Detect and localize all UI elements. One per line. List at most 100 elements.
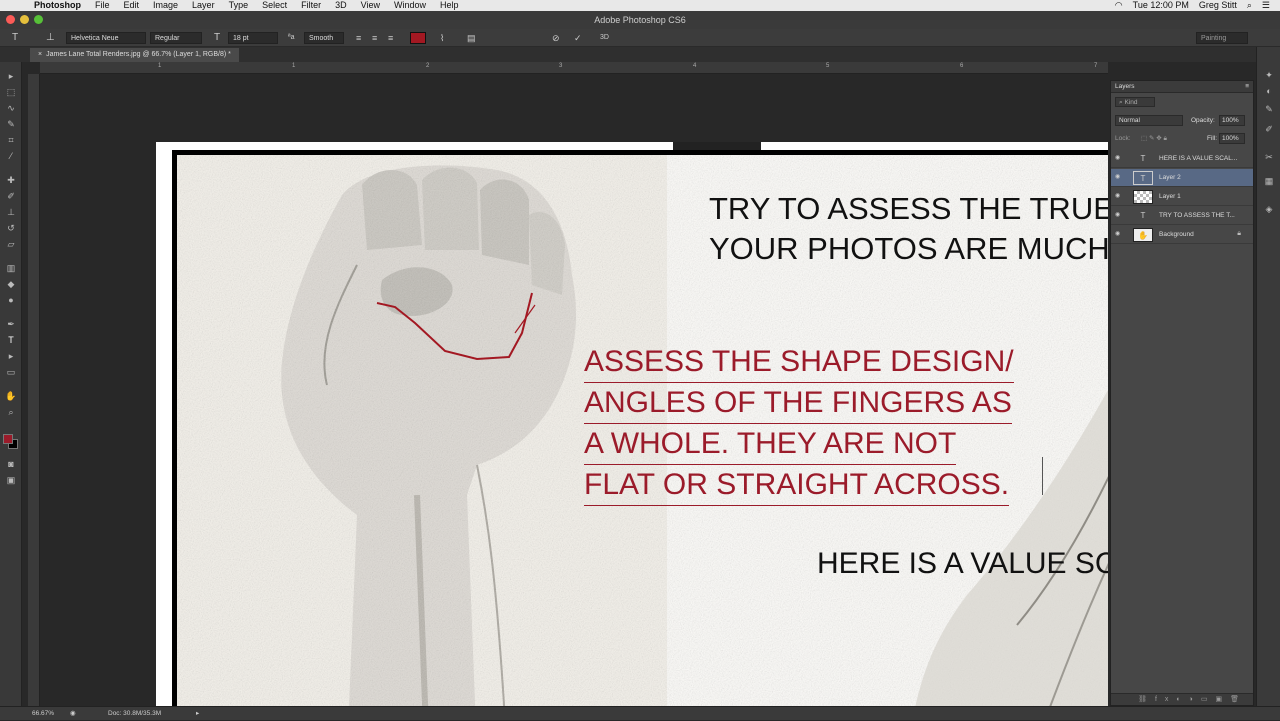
hand-tool-icon[interactable]: ✋	[4, 390, 18, 403]
screen-mode-icon[interactable]: ▣	[4, 474, 18, 487]
type-tool-icon-active[interactable]: T	[4, 334, 18, 347]
lock-icons[interactable]: ⬚ ✎ ✥ 🔒︎	[1141, 134, 1167, 143]
opacity-field[interactable]: 100%	[1219, 115, 1245, 126]
wifi-icon[interactable]: ◠	[1115, 0, 1123, 11]
clock[interactable]: Tue 12:00 PM	[1133, 0, 1189, 11]
text-insertion-cursor	[1042, 457, 1043, 495]
tool-presets-icon[interactable]: ✂	[1262, 151, 1276, 164]
vertical-ruler[interactable]	[28, 74, 40, 706]
layer-filter-select[interactable]: ⌕ Kind	[1115, 97, 1155, 107]
commit-edit-icon[interactable]: ✓	[574, 32, 582, 44]
canvas-text-try[interactable]: TRY TO ASSESS THE TRUE YOUR PHOTOS ARE M…	[709, 189, 1108, 269]
clone-stamp-tool-icon[interactable]: ⊥	[4, 206, 18, 219]
align-center-icon[interactable]: ≡	[372, 32, 377, 44]
ruler-tick: 2	[426, 63, 430, 69]
notification-center-icon[interactable]: ☰	[1262, 0, 1270, 11]
brush-presets-icon[interactable]: ✐	[1262, 123, 1276, 136]
history-panel-icon[interactable]: ✦	[1262, 69, 1276, 82]
lasso-tool-icon[interactable]: ∿	[4, 102, 18, 115]
menu-view[interactable]: View	[361, 0, 380, 11]
menu-image[interactable]: Image	[153, 0, 178, 11]
marquee-tool-icon[interactable]: ⬚	[4, 86, 18, 99]
font-family-select[interactable]: Helvetica Neue	[66, 32, 146, 44]
history-brush-tool-icon[interactable]: ↺	[4, 222, 18, 235]
adjustments-panel-icon[interactable]: ▦	[1262, 175, 1276, 188]
quick-mask-icon[interactable]: ◙	[4, 458, 18, 471]
color-panel-icon[interactable]: ◐	[1262, 85, 1276, 98]
3d-text-icon[interactable]: 3D	[600, 32, 609, 44]
layer-row[interactable]: ◉ T TRY TO ASSESS THE T...	[1111, 207, 1253, 225]
zoom-window-button[interactable]	[34, 15, 43, 24]
user-name[interactable]: Greg Stitt	[1199, 0, 1237, 11]
align-right-icon[interactable]: ≡	[388, 32, 393, 44]
zoom-level[interactable]: 66.67%	[32, 707, 54, 721]
layer-row[interactable]: ◉ Layer 1	[1111, 188, 1253, 206]
gradient-tool-icon[interactable]: ▥	[4, 262, 18, 275]
blend-mode-select[interactable]: Normal	[1115, 115, 1183, 126]
dodge-tool-icon[interactable]: ●	[4, 294, 18, 307]
document-workspace[interactable]: TRY TO ASSESS THE TRUE YOUR PHOTOS ARE M…	[40, 74, 1108, 706]
text-color-swatch[interactable]	[410, 32, 426, 44]
document-tab-close-icon[interactable]: ×	[38, 51, 42, 58]
eraser-tool-icon[interactable]: ▱	[4, 238, 18, 251]
workspace-select[interactable]: Painting	[1196, 32, 1248, 44]
menu-type[interactable]: Type	[229, 0, 249, 11]
visibility-eye-icon[interactable]: ◉	[1115, 212, 1123, 219]
layer-row-selected[interactable]: ◉ T Layer 2	[1111, 169, 1253, 187]
minimize-window-button[interactable]	[20, 15, 29, 24]
healing-brush-tool-icon[interactable]: ✚	[4, 174, 18, 187]
pen-tool-icon[interactable]: ✒	[4, 318, 18, 331]
shape-tool-icon[interactable]: ▭	[4, 366, 18, 379]
layers-footer-icons[interactable]: ⛓fx◐◑▭▣🗑︎	[1111, 693, 1253, 705]
path-select-tool-icon[interactable]: ▸	[4, 350, 18, 363]
zoom-tool-icon[interactable]: ⌕	[4, 406, 18, 419]
canvas-text-assess[interactable]: ASSESS THE SHAPE DESIGN/ ANGLES OF THE F…	[584, 342, 1014, 506]
eyedropper-tool-icon[interactable]: ⁄	[4, 150, 18, 163]
horizontal-ruler[interactable]: 1 1 2 3 4 5 6 7	[40, 62, 1108, 74]
close-window-button[interactable]	[6, 15, 15, 24]
visibility-eye-icon[interactable]: ◉	[1115, 155, 1123, 162]
menu-window[interactable]: Window	[394, 0, 426, 11]
character-panel-icon[interactable]: ▤	[467, 32, 476, 44]
text-orientation-icon[interactable]: ⊥	[46, 32, 55, 44]
brush-tool-icon[interactable]: ✐	[4, 190, 18, 203]
font-size-select[interactable]: 18 pt	[228, 32, 278, 44]
menu-edit[interactable]: Edit	[124, 0, 140, 11]
fill-field[interactable]: 100%	[1219, 133, 1245, 144]
document-tab[interactable]: × James Lane Total Renders.jpg @ 66.7% (L…	[30, 48, 239, 62]
menu-file[interactable]: File	[95, 0, 110, 11]
cancel-edit-icon[interactable]: ⊘	[552, 32, 560, 44]
align-left-icon[interactable]: ≡	[356, 32, 361, 44]
menu-filter[interactable]: Filter	[301, 0, 321, 11]
window-title: Adobe Photoshop CS6	[594, 15, 686, 25]
brush-panel-icon[interactable]: ✎	[1262, 103, 1276, 116]
layers-panel-icon[interactable]: ◈	[1262, 203, 1276, 216]
canvas-text-value[interactable]: HERE IS A VALUE SC	[817, 546, 1108, 582]
visibility-eye-icon[interactable]: ◉	[1115, 174, 1123, 181]
visibility-eye-icon[interactable]: ◉	[1115, 193, 1123, 200]
status-menu-arrow-icon[interactable]: ▸	[196, 707, 199, 721]
foreground-color-swatch[interactable]	[3, 434, 13, 444]
visibility-eye-icon[interactable]: ◉	[1115, 231, 1123, 238]
antialias-select[interactable]: Smooth	[304, 32, 344, 44]
document-canvas[interactable]: TRY TO ASSESS THE TRUE YOUR PHOTOS ARE M…	[156, 142, 1108, 706]
menu-help[interactable]: Help	[440, 0, 459, 11]
layer-row[interactable]: ◉ ✋ Background 🔒︎	[1111, 226, 1253, 244]
menu-layer[interactable]: Layer	[192, 0, 215, 11]
font-style-select[interactable]: Regular	[150, 32, 202, 44]
canvas-text-assess-line-4: FLAT OR STRAIGHT ACROSS.	[584, 465, 1010, 506]
panel-menu-icon[interactable]: ≡	[1245, 81, 1249, 93]
warp-text-icon[interactable]: ⌇	[440, 32, 444, 44]
crop-tool-icon[interactable]: ⌗	[4, 134, 18, 147]
blur-tool-icon[interactable]: ◆	[4, 278, 18, 291]
spotlight-icon[interactable]: ⌕	[1247, 0, 1252, 11]
canvas-text-try-line-1: TRY TO ASSESS THE TRUE	[709, 191, 1108, 226]
menu-photoshop[interactable]: Photoshop	[34, 0, 81, 11]
layers-panel-header[interactable]: Layers ≡	[1111, 81, 1253, 93]
move-tool-icon[interactable]: ▸	[4, 70, 18, 83]
layer-row[interactable]: ◉ T HERE IS A VALUE SCAL...	[1111, 150, 1253, 168]
menu-3d[interactable]: 3D	[335, 0, 347, 11]
quick-select-tool-icon[interactable]: ✎	[4, 118, 18, 131]
type-tool-icon[interactable]: T	[12, 32, 18, 44]
menu-select[interactable]: Select	[262, 0, 287, 11]
